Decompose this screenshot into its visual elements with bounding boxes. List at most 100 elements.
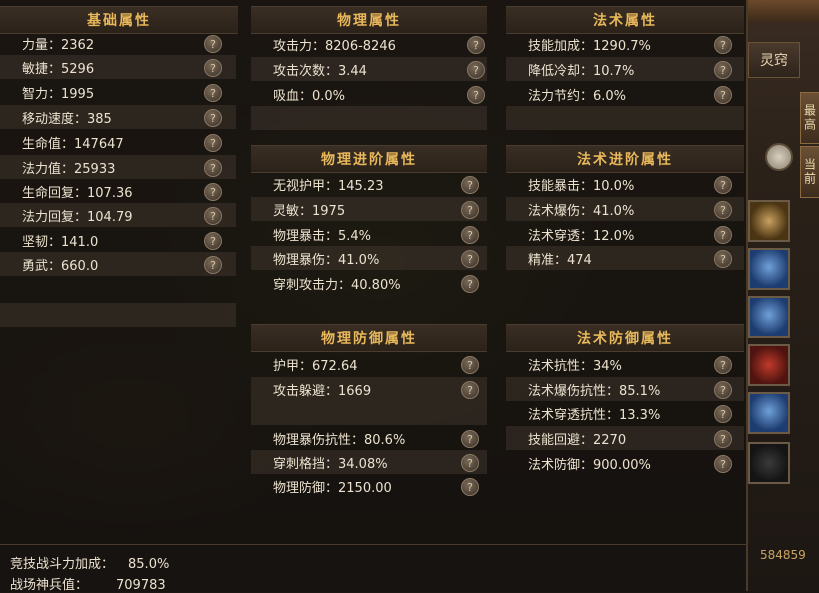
physical-defense-header: 物理防御属性 [251, 324, 487, 352]
help-icon[interactable]: ? [714, 381, 732, 399]
help-icon[interactable]: ? [461, 250, 479, 268]
help-icon[interactable]: ? [714, 250, 732, 268]
stat-row: 法术爆伤抗性：85.1%? [506, 377, 744, 401]
help-icon[interactable]: ? [714, 86, 732, 104]
help-icon[interactable]: ? [714, 405, 732, 423]
stat-label: 物理暴伤抗性：80.6% [273, 432, 406, 448]
stat-label: 力量：2362 [22, 37, 95, 53]
row-spacer [251, 401, 487, 425]
stat-row: 穿刺格挡：34.08%? [251, 450, 487, 474]
stat-row: 物理暴击：5.4%? [251, 222, 487, 246]
stat-label: 穿刺攻击力：40.80% [273, 277, 401, 293]
help-icon[interactable]: ? [204, 183, 222, 201]
help-icon[interactable]: ? [204, 256, 222, 274]
help-icon[interactable]: ? [714, 176, 732, 194]
stat-label: 生命回复：107.36 [22, 185, 133, 201]
stat-label: 技能加成：1290.7% [528, 38, 651, 54]
help-icon[interactable]: ? [461, 275, 479, 293]
stat-label: 降低冷却：10.7% [528, 63, 635, 79]
stat-row: 法力回复：104.79? [0, 203, 236, 227]
stat-label: 攻击躲避：1669 [273, 383, 372, 399]
stat-row: 灵敏：1975? [251, 197, 487, 221]
help-icon[interactable]: ? [467, 86, 485, 104]
skill-slot-4-icon[interactable] [748, 344, 790, 386]
toggle-icon[interactable] [765, 143, 793, 171]
stat-label: 勇武：660.0 [22, 258, 99, 274]
help-icon[interactable]: ? [714, 226, 732, 244]
stat-label: 法力值：25933 [22, 161, 116, 177]
background-value: 584859 [760, 548, 806, 562]
stat-row: 无视护甲：145.23? [251, 172, 487, 196]
stat-row: 攻击力：8206-8246? [251, 32, 487, 56]
stat-label: 法术爆伤：41.0% [528, 203, 635, 219]
footer-bar: 竞技战斗力加成： 85.0% 战场神兵值： 709783 [0, 544, 746, 593]
help-icon[interactable]: ? [461, 176, 479, 194]
help-icon[interactable]: ? [461, 478, 479, 496]
magic-attributes-header: 法术属性 [506, 6, 744, 34]
arena-bonus-label: 竞技战斗力加成： [10, 557, 115, 572]
help-icon[interactable]: ? [714, 455, 732, 473]
skill-slot-6-icon[interactable] [748, 442, 790, 484]
stat-row: 移动速度：385? [0, 105, 236, 129]
skill-slot-1-icon[interactable] [748, 200, 790, 242]
stat-label: 物理防御：2150.00 [273, 480, 392, 496]
stat-label: 法力节约：6.0% [528, 88, 627, 104]
stat-label: 攻击次数：3.44 [273, 63, 367, 79]
stat-row: 法术防御：900.00%? [506, 451, 744, 475]
stat-label: 穿刺格挡：34.08% [273, 456, 388, 472]
current-button[interactable]: 当前 [800, 146, 819, 198]
skill-slot-5-icon[interactable] [748, 392, 790, 434]
help-icon[interactable]: ? [461, 454, 479, 472]
help-icon[interactable]: ? [714, 356, 732, 374]
stat-label: 智力：1995 [22, 86, 95, 102]
arena-bonus: 竞技战斗力加成： 85.0% [10, 553, 169, 572]
stat-label: 攻击力：8206-8246 [273, 38, 396, 54]
help-icon[interactable]: ? [204, 159, 222, 177]
help-icon[interactable]: ? [204, 134, 222, 152]
basic-attributes-header: 基础属性 [0, 6, 238, 34]
stat-row: 吸血：0.0%? [251, 82, 487, 106]
help-icon[interactable]: ? [204, 59, 222, 77]
help-icon[interactable]: ? [461, 226, 479, 244]
help-icon[interactable]: ? [204, 232, 222, 250]
help-icon[interactable]: ? [204, 84, 222, 102]
stat-row: 技能回避：2270? [506, 426, 744, 450]
stat-row: 法力节约：6.0%? [506, 82, 744, 106]
tab-lingqiao[interactable]: 灵窍 [748, 42, 800, 78]
row-spacer [506, 106, 744, 130]
help-icon[interactable]: ? [714, 430, 732, 448]
help-icon[interactable]: ? [467, 36, 485, 54]
help-icon[interactable]: ? [461, 430, 479, 448]
help-icon[interactable]: ? [714, 36, 732, 54]
help-icon[interactable]: ? [461, 381, 479, 399]
stat-label: 精准：474 [528, 252, 592, 268]
help-icon[interactable]: ? [461, 356, 479, 374]
skill-slot-3-icon[interactable] [748, 296, 790, 338]
attribute-panel: 基础属性 力量：2362? 敏捷：5296? 智力：1995? 移动速度：385? 生命… [0, 0, 748, 593]
help-icon[interactable]: ? [204, 109, 222, 127]
help-icon[interactable]: ? [461, 201, 479, 219]
stat-row: 生命值：147647? [0, 130, 236, 154]
stat-label: 法术防御：900.00% [528, 457, 651, 473]
stat-label: 法术穿透抗性：13.3% [528, 407, 661, 423]
help-icon[interactable]: ? [204, 35, 222, 53]
stat-row: 攻击次数：3.44? [251, 57, 487, 81]
stat-row: 护甲：672.64? [251, 352, 487, 376]
help-icon[interactable]: ? [714, 201, 732, 219]
physical-attributes-header: 物理属性 [251, 6, 487, 34]
stat-label: 吸血：0.0% [273, 88, 346, 104]
skill-slot-2-icon[interactable] [748, 248, 790, 290]
help-icon[interactable]: ? [204, 207, 222, 225]
stat-row: 勇武：660.0? [0, 252, 236, 276]
stat-label: 无视护甲：145.23 [273, 178, 384, 194]
stat-label: 敏捷：5296 [22, 61, 95, 77]
side-panel-top [746, 0, 819, 22]
help-icon[interactable]: ? [714, 61, 732, 79]
stat-label: 技能暴击：10.0% [528, 178, 635, 194]
stat-label: 法术抗性：34% [528, 358, 622, 374]
stat-label: 物理暴击：5.4% [273, 228, 372, 244]
help-icon[interactable]: ? [467, 61, 485, 79]
stat-row: 智力：1995? [0, 80, 236, 104]
max-button[interactable]: 最高 [800, 92, 819, 144]
stat-label: 灵敏：1975 [273, 203, 346, 219]
